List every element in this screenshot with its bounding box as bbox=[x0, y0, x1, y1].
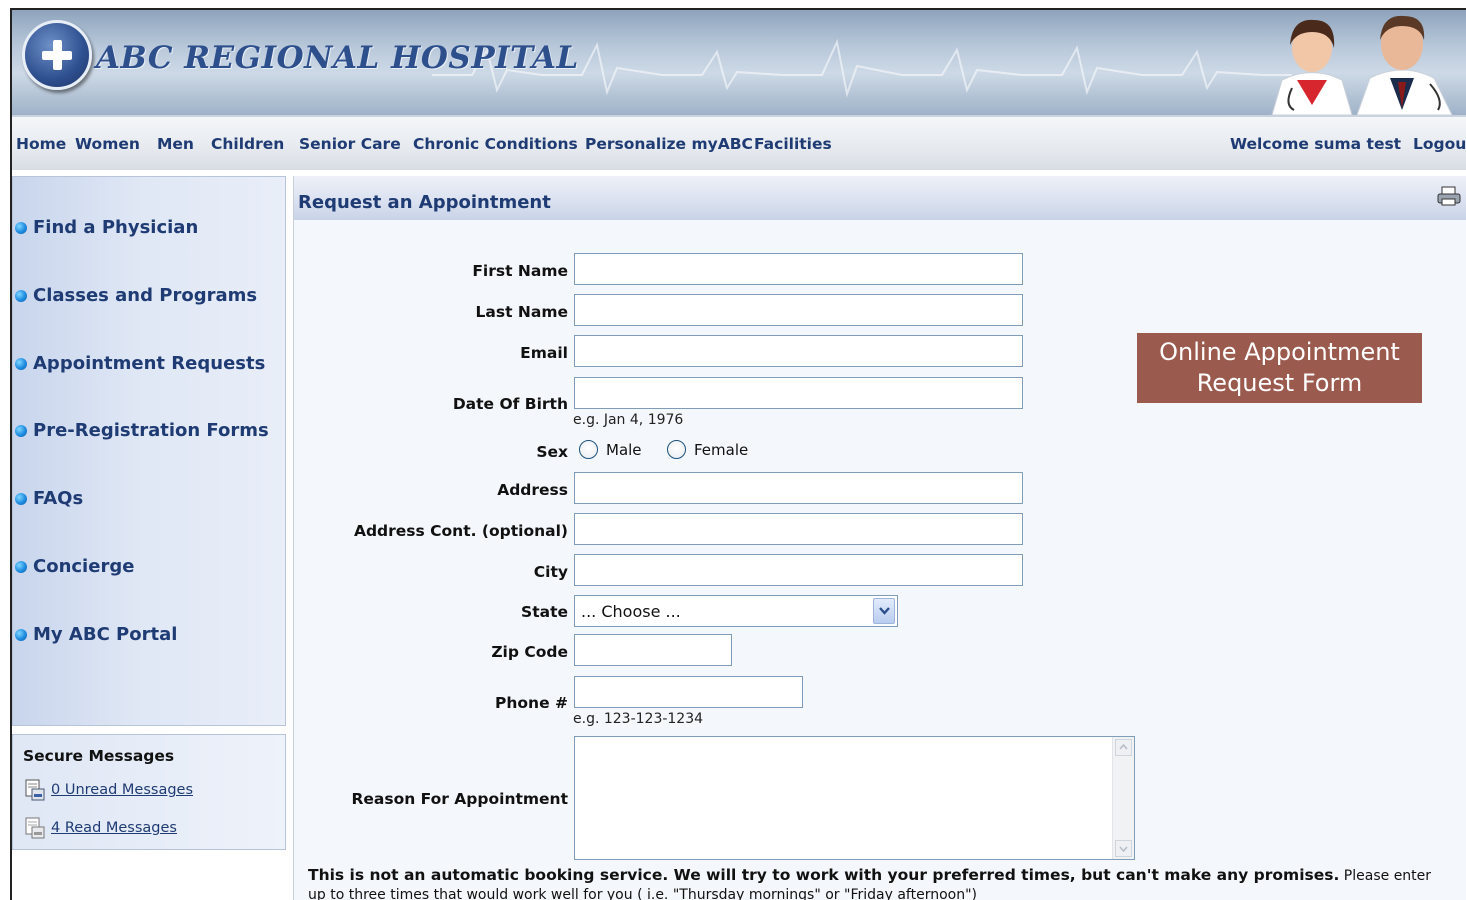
radio-circle[interactable] bbox=[579, 440, 598, 459]
app-frame: ABC REGIONAL HOSPITAL Home Women Men Chi… bbox=[10, 8, 1466, 900]
sidebar-item-classes-programs[interactable]: Classes and Programs bbox=[15, 285, 257, 306]
bullet-icon bbox=[15, 289, 27, 302]
unread-messages-row[interactable]: 0 Unread Messages bbox=[25, 779, 193, 801]
appointment-form: First Name Last Name Email Date Of Birth… bbox=[294, 220, 1466, 900]
sidebar: Find a Physician Classes and Programs Ap… bbox=[12, 176, 286, 726]
dob-input[interactable] bbox=[574, 377, 1023, 409]
reason-label: Reason For Appointment bbox=[351, 790, 568, 808]
sidebar-item-label: Find a Physician bbox=[33, 217, 199, 238]
dob-label: Date Of Birth bbox=[452, 395, 568, 413]
unread-messages-link[interactable]: 0 Unread Messages bbox=[51, 782, 193, 798]
header-banner: ABC REGIONAL HOSPITAL bbox=[12, 10, 1466, 115]
first-name-label: First Name bbox=[472, 262, 568, 280]
phone-hint: e.g. 123-123-1234 bbox=[573, 711, 704, 727]
sidebar-item-appointment-requests[interactable]: Appointment Requests bbox=[15, 353, 265, 374]
first-name-input[interactable] bbox=[574, 253, 1023, 285]
read-messages-row[interactable]: 4 Read Messages bbox=[25, 817, 177, 839]
sex-label: Sex bbox=[536, 443, 568, 461]
page-title: Request an Appointment bbox=[298, 192, 551, 213]
radio-circle[interactable] bbox=[667, 440, 686, 459]
nav-men[interactable]: Men bbox=[157, 135, 194, 153]
unread-message-icon bbox=[25, 779, 45, 801]
bullet-icon bbox=[15, 628, 27, 641]
nav-chronic-conditions[interactable]: Chronic Conditions bbox=[413, 135, 578, 153]
sidebar-item-label: FAQs bbox=[33, 488, 84, 509]
main-navigation: Home Women Men Children Senior Care Chro… bbox=[12, 115, 1466, 170]
promo-line-2: Request Form bbox=[1196, 369, 1363, 397]
sex-female-radio[interactable]: Female bbox=[667, 440, 748, 459]
male-label: Male bbox=[606, 440, 642, 459]
promo-line-1: Online Appointment bbox=[1159, 338, 1400, 366]
appointment-panel: Request an Appointment First Name Last N… bbox=[293, 176, 1466, 900]
state-selected-value: ... Choose ... bbox=[581, 602, 681, 621]
booking-notice-bold: This is not an automatic booking service… bbox=[308, 866, 1340, 884]
bullet-icon bbox=[15, 221, 27, 234]
email-input[interactable] bbox=[574, 335, 1023, 367]
sidebar-item-label: My ABC Portal bbox=[33, 624, 178, 645]
state-label: State bbox=[521, 603, 568, 621]
secure-messages-panel: Secure Messages 0 Unread Messages 4 Read… bbox=[12, 734, 286, 850]
sex-male-radio[interactable]: Male bbox=[579, 440, 642, 459]
nav-senior-care[interactable]: Senior Care bbox=[299, 135, 401, 153]
reason-textarea[interactable] bbox=[574, 736, 1135, 860]
bullet-icon bbox=[15, 357, 27, 370]
nav-women[interactable]: Women bbox=[75, 135, 140, 153]
scroll-down-icon[interactable] bbox=[1115, 840, 1132, 857]
sidebar-item-label: Pre-Registration Forms bbox=[33, 420, 269, 441]
scroll-up-icon[interactable] bbox=[1115, 739, 1132, 756]
brand-name[interactable]: ABC REGIONAL HOSPITAL bbox=[96, 40, 579, 76]
read-message-icon bbox=[25, 817, 45, 839]
dropdown-button[interactable] bbox=[873, 598, 895, 624]
sidebar-item-find-physician[interactable]: Find a Physician bbox=[15, 217, 198, 238]
read-messages-link[interactable]: 4 Read Messages bbox=[51, 820, 177, 836]
zip-label: Zip Code bbox=[491, 643, 568, 661]
welcome-text: Welcome suma test bbox=[1230, 135, 1402, 153]
nav-personalize-myabc[interactable]: Personalize myABC bbox=[585, 135, 753, 153]
panel-header: Request an Appointment bbox=[294, 176, 1466, 220]
sidebar-item-my-abc-portal[interactable]: My ABC Portal bbox=[15, 624, 177, 645]
secure-messages-title: Secure Messages bbox=[23, 747, 175, 765]
booking-notice: This is not an automatic booking service… bbox=[308, 866, 1438, 900]
sidebar-item-pre-registration[interactable]: Pre-Registration Forms bbox=[15, 420, 269, 441]
address-cont-label: Address Cont. (optional) bbox=[353, 522, 568, 540]
hospital-logo-icon[interactable] bbox=[22, 20, 92, 90]
zip-input[interactable] bbox=[574, 634, 732, 666]
sidebar-item-faqs[interactable]: FAQs bbox=[15, 488, 83, 509]
state-select[interactable]: ... Choose ... bbox=[574, 595, 898, 627]
female-label: Female bbox=[694, 440, 749, 459]
nav-facilities[interactable]: Facilities bbox=[754, 135, 832, 153]
address-label: Address bbox=[497, 481, 568, 499]
last-name-label: Last Name bbox=[475, 303, 568, 321]
doctors-illustration bbox=[1271, 15, 1453, 115]
email-label: Email bbox=[520, 344, 568, 362]
phone-input[interactable] bbox=[574, 676, 803, 708]
city-input[interactable] bbox=[574, 554, 1023, 586]
nav-home[interactable]: Home bbox=[16, 135, 66, 153]
logout-link[interactable]: Logout bbox=[1413, 135, 1466, 153]
last-name-input[interactable] bbox=[574, 294, 1023, 326]
city-label: City bbox=[533, 563, 568, 581]
address-cont-input[interactable] bbox=[574, 513, 1023, 545]
phone-label: Phone # bbox=[495, 694, 568, 712]
nav-children[interactable]: Children bbox=[211, 135, 284, 153]
address-input[interactable] bbox=[574, 472, 1023, 504]
bullet-icon bbox=[15, 560, 27, 573]
chevron-down-icon bbox=[879, 607, 890, 615]
sidebar-item-concierge[interactable]: Concierge bbox=[15, 556, 134, 577]
sidebar-item-label: Appointment Requests bbox=[33, 353, 266, 374]
sidebar-item-label: Classes and Programs bbox=[33, 285, 258, 306]
bullet-icon bbox=[15, 424, 27, 437]
online-appointment-promo: Online Appointment Request Form bbox=[1137, 333, 1422, 403]
dob-hint: e.g. Jan 4, 1976 bbox=[573, 412, 684, 428]
bullet-icon bbox=[15, 492, 27, 505]
textarea-scrollbar[interactable] bbox=[1112, 737, 1134, 859]
sidebar-item-label: Concierge bbox=[33, 556, 135, 577]
printer-icon[interactable] bbox=[1437, 186, 1461, 206]
